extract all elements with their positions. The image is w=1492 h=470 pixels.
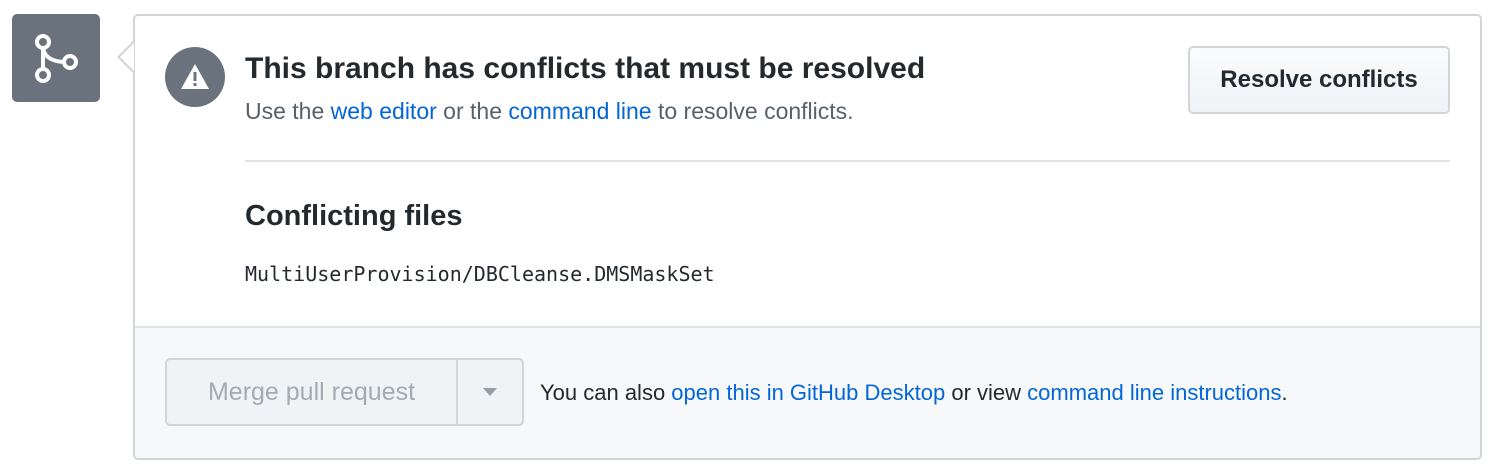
footer-help-text: You can also open this in GitHub Desktop…	[540, 380, 1288, 406]
footer-text-middle: or view	[945, 380, 1028, 405]
footer-text-suffix: .	[1281, 380, 1288, 405]
merge-box: This branch has conflicts that must be r…	[133, 14, 1482, 460]
resolve-conflicts-button[interactable]: Resolve conflicts	[1188, 46, 1450, 114]
open-in-desktop-link[interactable]: open this in GitHub Desktop	[671, 380, 945, 405]
divider	[245, 160, 1450, 162]
merge-button-group: Merge pull request	[165, 358, 524, 426]
merge-footer: Merge pull request You can also open thi…	[135, 326, 1480, 458]
subtitle-suffix: to resolve conflicts.	[651, 98, 854, 124]
triangle-down-icon	[483, 388, 497, 396]
alert-icon	[165, 47, 225, 107]
command-line-instructions-link[interactable]: command line instructions	[1027, 380, 1281, 405]
command-line-link[interactable]: command line	[508, 98, 651, 124]
merge-pull-request-button[interactable]: Merge pull request	[165, 358, 458, 426]
conflicting-files-heading: Conflicting files	[245, 200, 463, 232]
subtitle-middle: or the	[436, 98, 509, 124]
conflicting-file-item: MultiUserProvision/DBCleanse.DMSMaskSet	[245, 262, 715, 286]
panel-pointer-fill	[120, 43, 134, 71]
git-merge-icon	[12, 14, 100, 102]
merge-method-dropdown-button[interactable]	[458, 358, 524, 426]
status-title: This branch has conflicts that must be r…	[245, 52, 926, 85]
status-subtitle: Use the web editor or the command line t…	[245, 98, 854, 125]
subtitle-prefix: Use the	[245, 98, 331, 124]
merge-status-section: This branch has conflicts that must be r…	[0, 0, 1492, 470]
footer-text-prefix: You can also	[540, 380, 672, 405]
web-editor-link[interactable]: web editor	[331, 98, 437, 124]
